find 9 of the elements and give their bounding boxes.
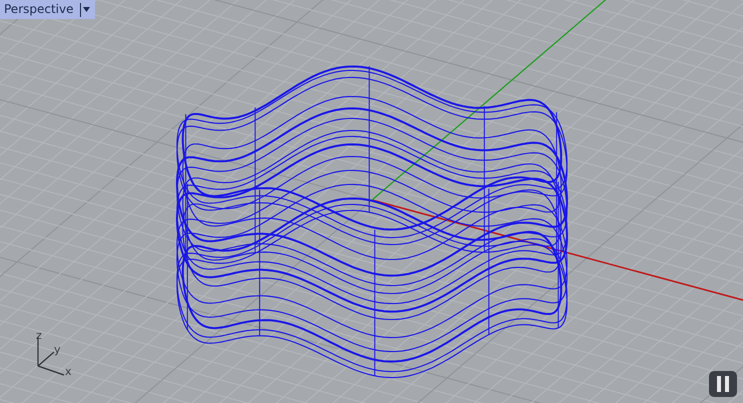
pause-icon — [717, 376, 729, 392]
axis-label: y — [54, 344, 61, 355]
pause-button[interactable] — [709, 371, 737, 397]
viewport-title: Perspective — [4, 1, 74, 18]
viewport-tab[interactable]: Perspective — [0, 0, 94, 19]
axis-label: x — [65, 366, 72, 377]
axis-label: z — [36, 330, 42, 341]
viewport-menu-button[interactable] — [80, 2, 92, 16]
caret-icon — [82, 7, 90, 12]
